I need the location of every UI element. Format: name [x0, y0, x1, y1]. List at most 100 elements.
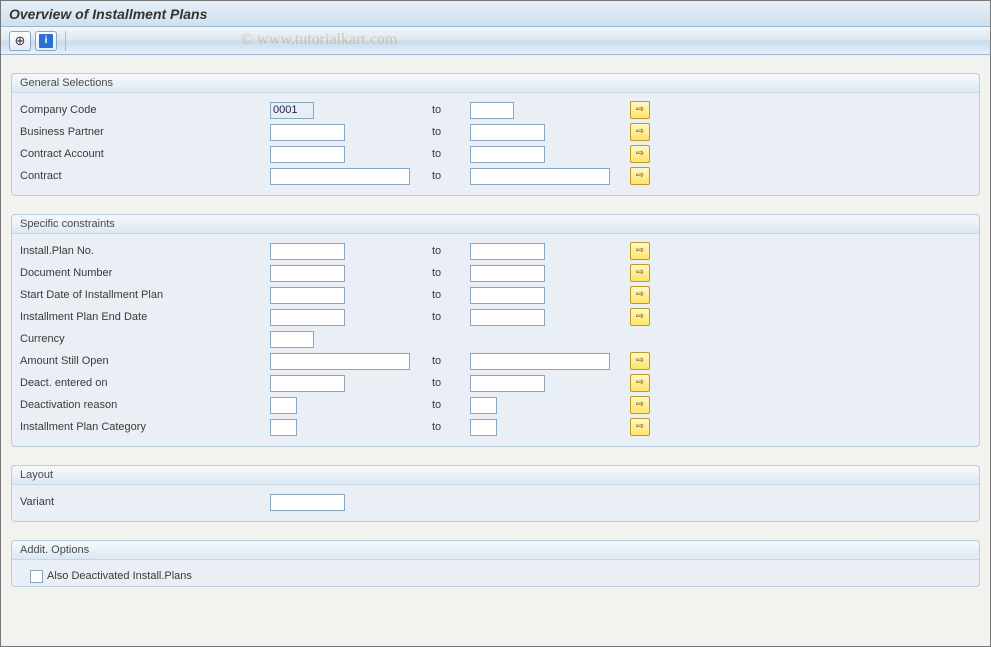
to-text: to	[430, 421, 470, 433]
label-amount-open: Amount Still Open	[20, 355, 270, 367]
arrow-right-icon: ⇨	[636, 422, 644, 432]
deact-on-high-input[interactable]	[470, 375, 545, 392]
label-also-deactivated: Also Deactivated Install.Plans	[47, 570, 192, 582]
deact-on-low-input[interactable]	[270, 375, 345, 392]
multi-select-button[interactable]: ⇨	[630, 286, 650, 304]
amount-open-high-input[interactable]	[470, 353, 610, 370]
contract-account-high-input[interactable]	[470, 146, 545, 163]
row-doc-no: Document Number to ⇨	[20, 262, 971, 284]
page-title: Overview of Installment Plans	[9, 6, 207, 22]
group-additional-options: Addit. Options Also Deactivated Install.…	[11, 540, 980, 587]
end-date-high-input[interactable]	[470, 309, 545, 326]
row-contract: Contract to ⇨	[20, 165, 971, 187]
info-button[interactable]: i	[35, 31, 57, 51]
doc-no-high-input[interactable]	[470, 265, 545, 282]
row-business-partner: Business Partner to ⇨	[20, 121, 971, 143]
multi-select-button[interactable]: ⇨	[630, 308, 650, 326]
start-date-high-input[interactable]	[470, 287, 545, 304]
group-layout: Layout Variant	[11, 465, 980, 522]
label-deact-on: Deact. entered on	[20, 377, 270, 389]
end-date-low-input[interactable]	[270, 309, 345, 326]
plan-no-low-input[interactable]	[270, 243, 345, 260]
also-deactivated-checkbox[interactable]	[30, 570, 43, 583]
content-area: General Selections Company Code to ⇨ Bus…	[1, 55, 990, 646]
arrow-right-icon: ⇨	[636, 171, 644, 181]
group-title: Addit. Options	[12, 541, 979, 560]
multi-select-button[interactable]: ⇨	[630, 264, 650, 282]
label-contract: Contract	[20, 170, 270, 182]
to-text: to	[430, 126, 470, 138]
multi-select-button[interactable]: ⇨	[630, 396, 650, 414]
to-text: to	[430, 289, 470, 301]
multi-select-button[interactable]: ⇨	[630, 418, 650, 436]
group-title: Layout	[12, 466, 979, 485]
currency-input[interactable]	[270, 331, 314, 348]
group-title: Specific constraints	[12, 215, 979, 234]
multi-select-button[interactable]: ⇨	[630, 101, 650, 119]
arrow-right-icon: ⇨	[636, 246, 644, 256]
multi-select-button[interactable]: ⇨	[630, 374, 650, 392]
row-deact-on: Deact. entered on to ⇨	[20, 372, 971, 394]
contract-high-input[interactable]	[470, 168, 610, 185]
doc-no-low-input[interactable]	[270, 265, 345, 282]
to-text: to	[430, 399, 470, 411]
row-company-code: Company Code to ⇨	[20, 99, 971, 121]
arrow-right-icon: ⇨	[636, 356, 644, 366]
label-doc-no: Document Number	[20, 267, 270, 279]
execute-button[interactable]: ⊕	[9, 31, 31, 51]
info-icon: i	[39, 34, 53, 48]
multi-select-button[interactable]: ⇨	[630, 167, 650, 185]
title-bar: Overview of Installment Plans	[1, 1, 990, 27]
deact-reason-high-input[interactable]	[470, 397, 497, 414]
category-low-input[interactable]	[270, 419, 297, 436]
to-text: to	[430, 311, 470, 323]
multi-select-button[interactable]: ⇨	[630, 242, 650, 260]
arrow-right-icon: ⇨	[636, 268, 644, 278]
label-variant: Variant	[20, 496, 270, 508]
business-partner-low-input[interactable]	[270, 124, 345, 141]
group-specific-constraints: Specific constraints Install.Plan No. to…	[11, 214, 980, 447]
row-deact-reason: Deactivation reason to ⇨	[20, 394, 971, 416]
to-text: to	[430, 245, 470, 257]
row-variant: Variant	[20, 491, 971, 513]
multi-select-button[interactable]: ⇨	[630, 352, 650, 370]
label-company-code: Company Code	[20, 104, 270, 116]
start-date-low-input[interactable]	[270, 287, 345, 304]
row-currency: Currency	[20, 328, 971, 350]
variant-input[interactable]	[270, 494, 345, 511]
plan-no-high-input[interactable]	[470, 243, 545, 260]
label-currency: Currency	[20, 333, 270, 345]
row-start-date: Start Date of Installment Plan to ⇨	[20, 284, 971, 306]
contract-account-low-input[interactable]	[270, 146, 345, 163]
category-high-input[interactable]	[470, 419, 497, 436]
to-text: to	[430, 170, 470, 182]
label-business-partner: Business Partner	[20, 126, 270, 138]
contract-low-input[interactable]	[270, 168, 410, 185]
deact-reason-low-input[interactable]	[270, 397, 297, 414]
label-deact-reason: Deactivation reason	[20, 399, 270, 411]
to-text: to	[430, 148, 470, 160]
toolbar-divider	[65, 31, 66, 51]
arrow-right-icon: ⇨	[636, 127, 644, 137]
group-general-selections: General Selections Company Code to ⇨ Bus…	[11, 73, 980, 196]
to-text: to	[430, 104, 470, 116]
business-partner-high-input[interactable]	[470, 124, 545, 141]
arrow-right-icon: ⇨	[636, 149, 644, 159]
arrow-right-icon: ⇨	[636, 105, 644, 115]
row-amount-open: Amount Still Open to ⇨	[20, 350, 971, 372]
group-title: General Selections	[12, 74, 979, 93]
multi-select-button[interactable]: ⇨	[630, 123, 650, 141]
row-also-deactivated: Also Deactivated Install.Plans	[20, 566, 971, 586]
company-code-high-input[interactable]	[470, 102, 514, 119]
label-plan-no: Install.Plan No.	[20, 245, 270, 257]
multi-select-button[interactable]: ⇨	[630, 145, 650, 163]
to-text: to	[430, 267, 470, 279]
company-code-low-input[interactable]	[270, 102, 314, 119]
execute-icon: ⊕	[15, 33, 26, 49]
label-start-date: Start Date of Installment Plan	[20, 289, 270, 301]
amount-open-low-input[interactable]	[270, 353, 410, 370]
to-text: to	[430, 377, 470, 389]
arrow-right-icon: ⇨	[636, 378, 644, 388]
to-text: to	[430, 355, 470, 367]
arrow-right-icon: ⇨	[636, 312, 644, 322]
